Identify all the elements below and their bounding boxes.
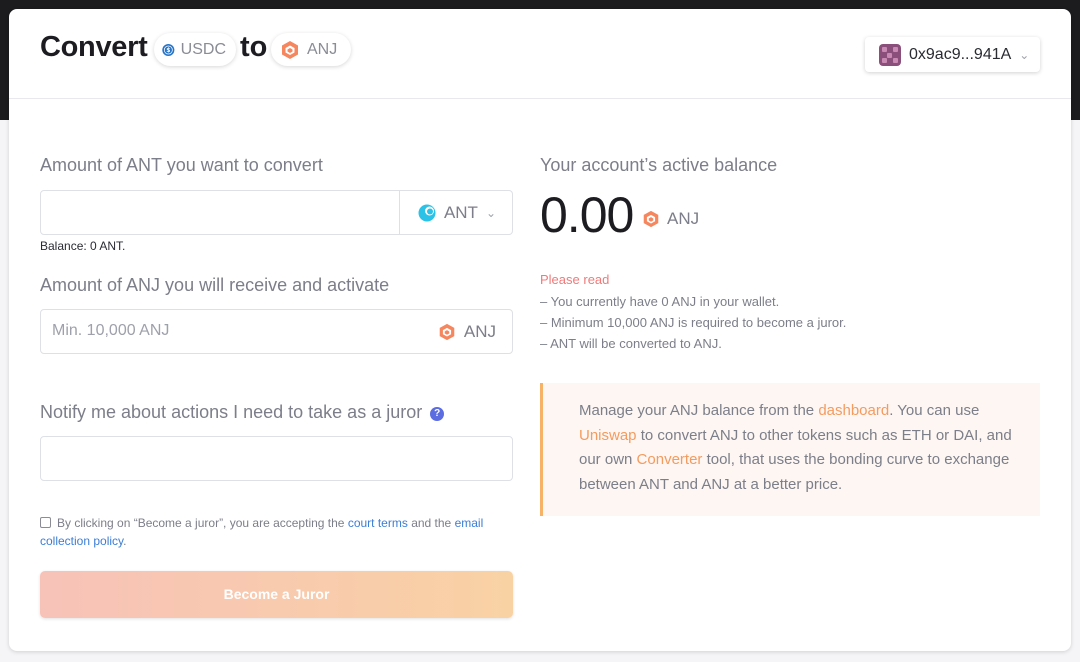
notice-item: – You currently have 0 ANJ in your walle… [540,294,780,309]
amount-label: Amount of ANT you want to convert [40,155,323,175]
chevron-down-icon: ⌄ [1019,47,1030,62]
notify-label-text: Notify me about actions I need to take a… [40,402,423,422]
receive-placeholder: Min. 10,000 ANJ [52,322,170,339]
anj-token-icon [643,210,659,228]
convert-modal: Convert $ USDC to ANJ 0x9ac9...941A ⌄ Am… [9,9,1071,651]
notify-label: Notify me about actions I need to take a… [40,402,445,423]
receive-token: ANJ [419,310,512,353]
terms-checkbox[interactable] [40,517,51,528]
info-text: . You can use [889,402,980,419]
please-read-heading: Please read [540,272,610,287]
usdc-token-icon: $ [162,43,175,56]
from-token-pill[interactable]: $ USDC [154,33,236,66]
amount-token-selector[interactable]: ANT ⌄ [398,191,512,234]
balance-value: 0.00 [540,187,634,243]
svg-text:$: $ [166,48,170,54]
terms-suffix: . [123,534,127,548]
to-token-label: ANJ [307,40,338,58]
receive-token-label: ANJ [463,321,496,341]
terms-prefix: By clicking on “Become a juror”, you are… [57,516,345,530]
receive-label: Amount of ANJ you will receive and activ… [40,275,390,295]
dashboard-link[interactable]: dashboard [818,402,889,419]
court-terms-link[interactable]: court terms [348,516,408,530]
help-icon[interactable]: ? [430,407,445,421]
notice-list: – You currently have 0 ANJ in your walle… [540,291,846,354]
email-field[interactable] [40,436,513,481]
chevron-down-icon: ⌄ [485,205,496,220]
notice-item: – Minimum 10,000 ANJ is required to beco… [540,315,847,330]
info-box: Manage your ANJ balance from the dashboa… [540,383,1040,516]
amount-token-label: ANT [443,202,478,222]
balance-token-label: ANJ [667,209,700,228]
balance-note: Balance: 0 ANT. [40,239,126,253]
ant-token-icon [418,204,436,221]
amount-input[interactable]: ANT ⌄ [40,190,513,235]
modal-header: Convert $ USDC to ANJ 0x9ac9...941A ⌄ [9,9,1071,99]
to-token-pill[interactable]: ANJ [271,33,351,66]
notice-item: – ANT will be converted to ANJ. [540,336,722,351]
info-text: Manage your ANJ balance from the [579,402,815,419]
anj-token-icon [439,323,455,340]
converter-link[interactable]: Converter [637,451,703,468]
wallet-address: 0x9ac9...941A [909,45,1012,63]
avatar [879,43,901,66]
title-convert: Convert [40,31,148,63]
anj-token-icon [282,40,298,59]
receive-input[interactable]: Min. 10,000 ANJ ANJ [40,309,513,354]
balance-label: Your account’s active balance [540,155,778,175]
terms-text: By clicking on “Become a juror”, you are… [40,514,520,550]
balance-token: ANJ [641,209,699,229]
title-to: to [240,31,268,63]
wallet-button[interactable]: 0x9ac9...941A ⌄ [865,37,1040,72]
from-token-label: USDC [180,40,226,58]
become-juror-button[interactable]: Become a Juror [40,571,513,618]
uniswap-link[interactable]: Uniswap [579,427,637,444]
terms-middle: and the [411,516,452,530]
